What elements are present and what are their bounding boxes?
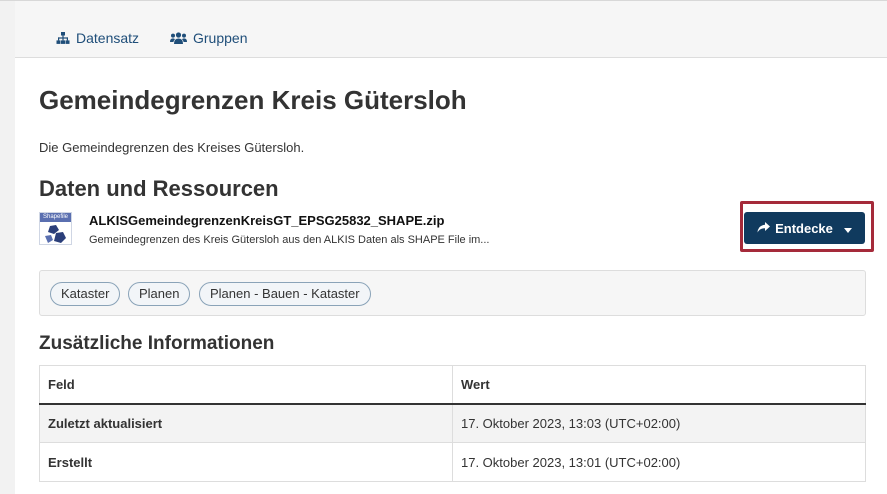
share-arrow-icon	[757, 221, 771, 236]
users-icon	[170, 32, 187, 44]
field-name: Erstellt	[39, 442, 453, 482]
table-row: Erstellt 17. Oktober 2023, 13:01 (UTC+02…	[39, 442, 866, 482]
caret-down-icon	[843, 221, 852, 236]
tab-gruppen-label: Gruppen	[193, 30, 248, 46]
shapefile-format-icon: Shapefile	[39, 212, 72, 245]
column-header-wert: Wert	[452, 365, 866, 405]
tag-kataster[interactable]: Kataster	[50, 282, 121, 306]
tag-planen-bauen-kataster[interactable]: Planen - Bauen - Kataster	[199, 282, 371, 306]
main-content: Datensatz Gruppen Gemeindegrenzen Kreis …	[15, 1, 887, 494]
resources-heading: Daten und Ressourcen	[39, 176, 279, 201]
additional-info-heading: Zusätzliche Informationen	[39, 333, 275, 354]
page: Datensatz Gruppen Gemeindegrenzen Kreis …	[0, 0, 887, 494]
page-title: Gemeindegrenzen Kreis Gütersloh	[39, 85, 467, 115]
resource-description: Gemeindegrenzen des Kreis Gütersloh aus …	[89, 234, 490, 246]
dataset-description: Die Gemeindegrenzen des Kreises Güterslo…	[39, 140, 305, 155]
dataset-tabs: Datensatz Gruppen	[15, 1, 887, 58]
additional-info-table: Feld Wert Zuletzt aktualisiert 17. Oktob…	[39, 365, 866, 482]
field-value: 17. Oktober 2023, 13:01 (UTC+02:00)	[452, 442, 866, 482]
sitemap-icon	[56, 32, 70, 44]
explore-button-label: Entdecke	[775, 220, 833, 236]
tab-datensatz-label: Datensatz	[76, 30, 140, 46]
tag-planen[interactable]: Planen	[128, 282, 191, 306]
explore-dropdown-button[interactable]: Entdecke	[744, 212, 865, 244]
left-rail	[0, 1, 15, 494]
shapefile-badge-label: Shapefile	[40, 213, 71, 222]
tab-datensatz[interactable]: Datensatz	[56, 28, 139, 48]
column-header-feld: Feld	[39, 365, 453, 405]
resource-name-link[interactable]: ALKISGemeindegrenzenKreisGT_EPSG25832_SH…	[89, 213, 444, 228]
field-name: Zuletzt aktualisiert	[39, 403, 453, 443]
field-value: 17. Oktober 2023, 13:03 (UTC+02:00)	[452, 403, 866, 443]
tab-gruppen[interactable]: Gruppen	[170, 28, 247, 48]
table-row: Zuletzt aktualisiert 17. Oktober 2023, 1…	[39, 403, 866, 443]
table-header-row: Feld Wert	[39, 365, 866, 405]
tag-list: Kataster Planen Planen - Bauen - Kataste…	[39, 270, 866, 316]
